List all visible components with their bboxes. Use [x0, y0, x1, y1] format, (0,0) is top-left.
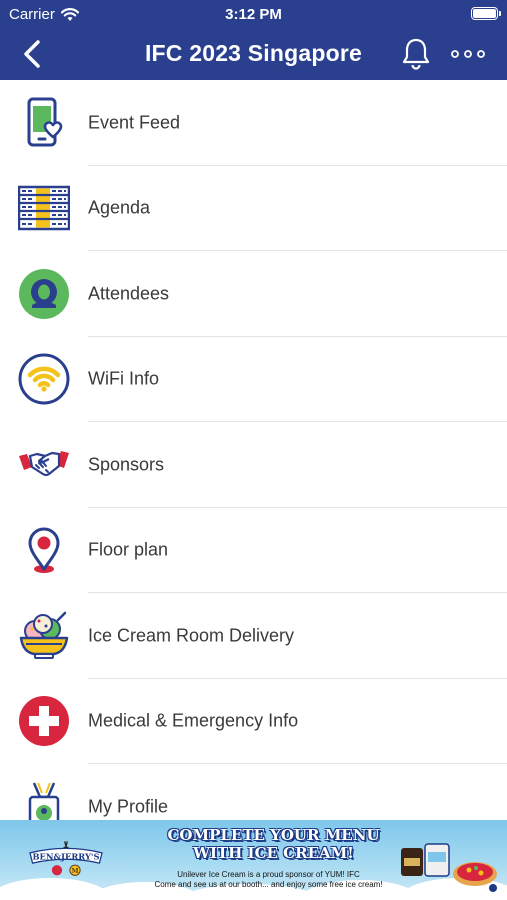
menu-item-attendees[interactable]: Attendees [0, 251, 507, 337]
wifi-icon [18, 353, 70, 405]
menu-item-label: Attendees [88, 283, 170, 304]
handshake-icon [18, 439, 70, 491]
menu-item-sponsors[interactable]: Sponsors [0, 422, 507, 508]
menu-item-label: Sponsors [88, 454, 165, 475]
clock: 3:12 PM [225, 6, 282, 23]
notifications-bell-icon[interactable] [400, 37, 432, 71]
ad-headline-line-1: COMPLETE YOUR MENU [167, 826, 380, 844]
heart-brand-logo [51, 865, 63, 876]
more-options-icon[interactable] [450, 42, 486, 66]
nav-bar: IFC 2023 Singapore [0, 28, 507, 80]
menu-item-label: Medical & Emergency Info [88, 710, 299, 731]
menu-item-wifi-info[interactable]: WiFi Info [0, 337, 507, 422]
attendee-avatar-icon [18, 268, 70, 320]
medical-cross-icon [18, 695, 70, 747]
battery-icon [471, 7, 501, 20]
menu-item-event-feed[interactable]: Event Feed [0, 80, 507, 166]
status-bar: Carrier 3:12 PM [0, 0, 507, 28]
menu-item-my-profile[interactable]: My Profile [0, 764, 507, 820]
brand-text: BEN&JERRY'S [32, 851, 99, 861]
unilever-logo [489, 884, 497, 892]
ice-cream-products-image [401, 843, 497, 892]
ad-subtext: Unilever Ice Cream is a proud sponsor of… [130, 870, 407, 890]
phone-heart-icon [18, 97, 70, 149]
menu-item-label: WiFi Info [88, 368, 160, 389]
ad-headline: COMPLETE YOUR MENU WITH ICE CREAM! [150, 826, 397, 862]
magnum-letter: M [71, 867, 78, 875]
id-badge-icon [18, 781, 70, 820]
map-pin-icon [18, 524, 70, 576]
menu-item-ice-cream-room-delivery[interactable]: Ice Cream Room Delivery [0, 593, 507, 679]
menu-list: Event Feed Agenda Attendees WiFi Info Sp… [0, 80, 507, 820]
menu-item-agenda[interactable]: Agenda [0, 166, 507, 251]
menu-item-label: Agenda [88, 197, 151, 218]
ice-cream-bowl-icon [18, 610, 70, 662]
ad-subtext-line-1: Unilever Ice Cream is a proud sponsor of… [177, 870, 360, 879]
menu-item-floor-plan[interactable]: Floor plan [0, 508, 507, 593]
ad-headline-line-2: WITH ICE CREAM! [193, 844, 354, 862]
ad-banner[interactable]: BEN&JERRY'S M COMPLETE YOUR MENU WITH IC… [0, 820, 507, 900]
menu-item-medical-emergency-info[interactable]: Medical & Emergency Info [0, 679, 507, 764]
ad-subtext-line-2: Come and see us at our booth... and enjo… [154, 880, 383, 889]
menu-item-label: Floor plan [88, 539, 169, 560]
ben-and-jerrys-logo: BEN&JERRY'S M [29, 841, 103, 876]
agenda-table-icon [18, 182, 70, 234]
menu-item-label: Ice Cream Room Delivery [88, 625, 295, 646]
menu-item-label: Event Feed [88, 112, 181, 133]
menu-item-label: My Profile [88, 796, 169, 817]
